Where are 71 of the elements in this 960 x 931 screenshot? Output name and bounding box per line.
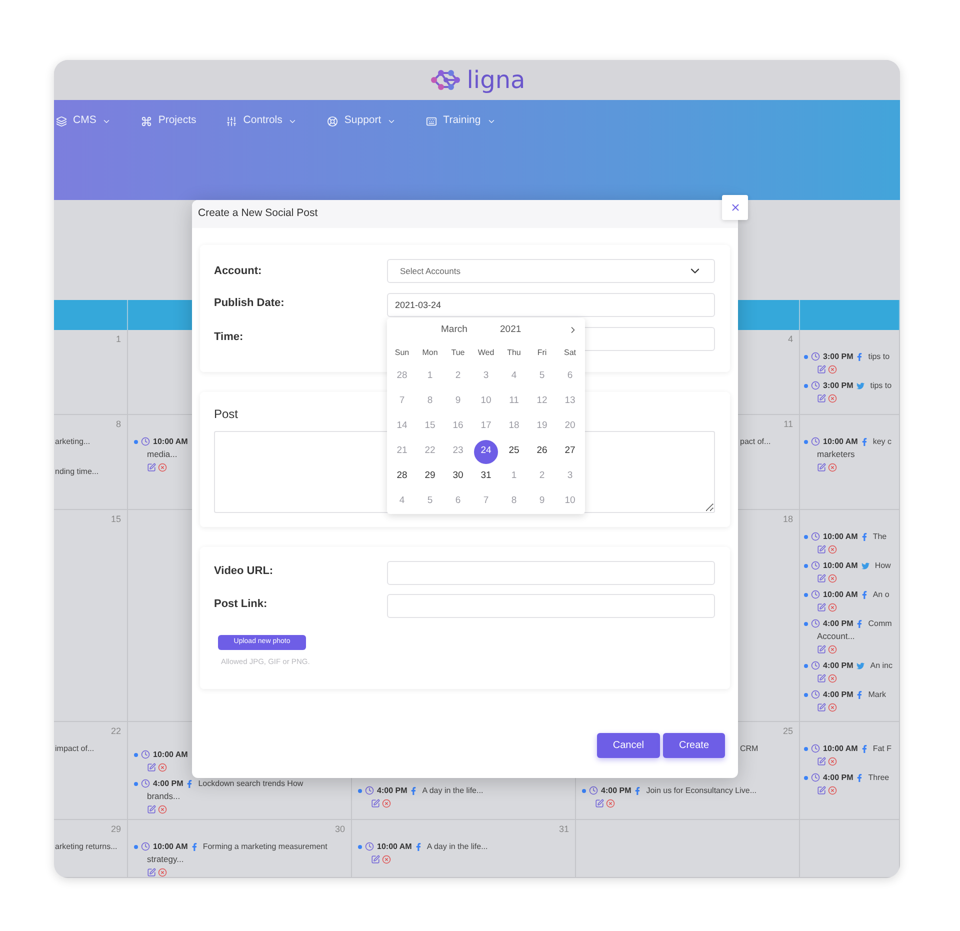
event-title: Account... — [816, 630, 856, 643]
field-label: Post Link: — [214, 597, 268, 612]
event-time: 3:00 PM — [823, 350, 854, 362]
event-title: Three — [868, 772, 890, 784]
weekday-label: Fri — [536, 347, 548, 359]
event-time: 10:00 AM — [823, 530, 858, 542]
event-title: A day in the life... — [422, 784, 484, 796]
event-title: nding time... — [55, 466, 99, 478]
event-time: 10:00 AM — [377, 840, 412, 852]
section-title: Post — [214, 406, 240, 423]
event-title: CRM — [740, 743, 758, 755]
day-number: 11 — [784, 418, 793, 431]
field-label: Publish Date: — [214, 296, 286, 311]
weekday-label: Wed — [476, 347, 496, 359]
weekday-label: Thu — [506, 347, 522, 359]
logo-text: ligna — [466, 68, 526, 92]
event-time: 4:00 PM — [823, 618, 854, 630]
event-time: 10:00 AM — [823, 588, 858, 600]
event-title: brands... — [146, 790, 182, 803]
field-label: Time: — [214, 330, 244, 345]
weekday-label: Sat — [562, 347, 577, 359]
day-number: 25 — [782, 725, 793, 738]
event-time: 10:00 AM — [153, 436, 188, 448]
event-title: arketing returns... — [55, 841, 118, 853]
event-title: arketing... — [55, 436, 90, 448]
event-time: 10:00 AM — [823, 436, 858, 448]
day-number: 29 — [110, 823, 121, 836]
day-number: 31 — [558, 823, 569, 836]
event-title: An o — [872, 588, 890, 600]
event-time: 4:00 PM — [823, 772, 854, 784]
day-number: 30 — [334, 823, 345, 836]
weekday-label: Sun — [394, 347, 410, 359]
event-title: A day in the life... — [426, 840, 488, 852]
weekday-label: Tue — [450, 347, 466, 359]
event-title: Join us for Econsultancy Live... — [646, 784, 757, 796]
event-time: 4:00 PM — [823, 688, 854, 700]
event-title: Fat F — [872, 742, 892, 754]
event-time: 3:00 PM — [823, 380, 854, 392]
day-number: 1 — [116, 333, 121, 346]
event-title: pact of... — [740, 436, 771, 448]
day-number: 15 — [110, 513, 121, 526]
event-title: tips to — [870, 380, 892, 392]
event-time: 4:00 PM — [823, 660, 854, 672]
event-title: media... — [146, 448, 178, 461]
event-title: The — [872, 530, 887, 542]
event-title: key c — [872, 436, 892, 448]
event-time: 10:00 AM — [153, 840, 188, 852]
event-title: How — [874, 560, 891, 572]
event-title: marketers — [816, 448, 856, 461]
event-title: Mark — [868, 688, 886, 700]
event-title: strategy... — [146, 853, 185, 866]
event-time: 4:00 PM — [601, 784, 632, 796]
event-title: tips to — [868, 350, 890, 362]
modal-title: Create a New Social Post — [198, 206, 318, 222]
day-number: 4 — [788, 333, 793, 346]
day-number: 8 — [116, 418, 121, 431]
event-time: 4:00 PM — [377, 784, 408, 796]
event-time: 10:00 AM — [823, 560, 858, 572]
field-label: Account: — [214, 264, 263, 279]
event-title: impact of... — [55, 743, 94, 755]
weekday-label: Mon — [421, 347, 439, 359]
event-time: 10:00 AM — [823, 742, 858, 754]
event-title: An inc — [870, 660, 892, 672]
field-label: Video URL: — [214, 564, 274, 579]
day-number: 22 — [110, 725, 121, 738]
event-title: Lockdown search trends How — [198, 778, 304, 790]
event-title: Forming a marketing measurement — [202, 840, 328, 852]
day-number: 18 — [782, 513, 793, 526]
event-time: 4:00 PM — [153, 778, 184, 790]
event-title: Comm — [868, 618, 892, 630]
event-time: 10:00 AM — [153, 748, 188, 760]
